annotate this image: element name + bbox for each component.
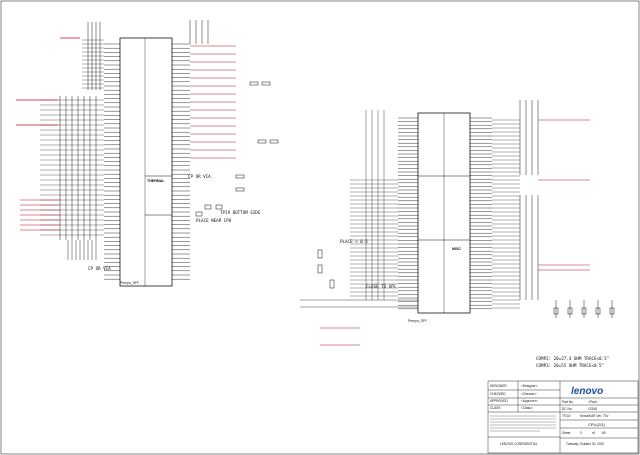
- tb-approved-label: APPROVED: [490, 399, 508, 403]
- tb-confidential: LENOVO CONFIDENTIAL: [500, 442, 538, 446]
- schematic-sheet: THERMAL Penryn_SFF MISC Penryn_SFF CP OR…: [0, 0, 640, 455]
- cpu-right-part-label: Penryn_SFF: [408, 319, 427, 323]
- resistor: [249, 81, 259, 86]
- tb-doc-value: 12345: [588, 407, 597, 411]
- tb-date: Tuesday, October 30, 2007: [566, 442, 604, 446]
- left-bus-wiring: [16, 96, 104, 260]
- lenovo-logo: lenovo: [571, 386, 603, 397]
- note-comp3: COMP3: 20=55 OHM TRACE<0.5": [536, 363, 604, 368]
- tb-sheet-total: 60: [602, 431, 606, 435]
- tb-title-value: Kenia/KAR Ver. 70V: [580, 414, 609, 418]
- resistor: [235, 174, 245, 179]
- note-cp-via-left: CP OR VIA: [88, 266, 111, 271]
- note-place-near-cpu: PLACE NEAR CPU: [196, 218, 232, 223]
- resistor: [269, 139, 279, 144]
- tb-checked-label: CHECKED: [490, 392, 506, 396]
- cpu-left-part-label: Penryn_SFF: [120, 281, 139, 285]
- tb-checked-value: <Checker>: [521, 392, 537, 396]
- tb-sheet-title: CPU(2/3): [588, 422, 605, 427]
- note-close-to-apl: CLOSE TO APL: [366, 284, 397, 289]
- tb-approved-value: <Approver>: [521, 399, 538, 403]
- resistor: [317, 249, 323, 259]
- misc-components: [195, 81, 615, 318]
- note-comp2: COMP2: 20=27.4 OHM TRACE<0.5": [536, 356, 609, 361]
- resistor: [261, 81, 271, 86]
- tb-sheet-num: 3: [580, 431, 582, 435]
- tb-class-label: CLASS: [490, 406, 500, 410]
- tb-part-value: <Part>: [588, 400, 598, 404]
- misc-block-label: MISC: [452, 247, 461, 251]
- resistor: [317, 264, 323, 274]
- tb-doc-label: DC No.: [562, 407, 573, 411]
- cpu-left-symbol: THERMAL Penryn_SFF: [119, 37, 173, 287]
- resistor: [257, 139, 267, 144]
- capacitor: [204, 204, 212, 210]
- tb-fine-print: [490, 415, 556, 432]
- thermal-block-label: THERMAL: [147, 179, 165, 183]
- tb-title-label: TITLE: [562, 414, 571, 418]
- tb-designer-value: <Designer>: [521, 384, 538, 388]
- resistor: [235, 187, 245, 192]
- tb-class-value: <Class>: [521, 406, 533, 410]
- capacitor: [215, 204, 223, 210]
- cpu-right-symbol: MISC Penryn_SFF: [408, 112, 471, 323]
- capacitor: [195, 211, 203, 217]
- note-cp-via-right: CP OR VIA: [188, 174, 211, 179]
- resistor: [329, 279, 335, 289]
- note-place-lt: PLACE < 0.5: [340, 239, 368, 244]
- tb-of-label: of: [592, 431, 595, 435]
- schematic-drawing: THERMAL Penryn_SFF MISC Penryn_SFF CP OR…: [0, 0, 640, 455]
- note-tp19-bottom: TP19 BOTTOM SIDE: [220, 210, 261, 215]
- tb-designer-label: DESIGNER: [490, 384, 507, 388]
- tb-part-label: Part No.: [562, 400, 574, 404]
- sheet-frame: [0, 0, 640, 455]
- tb-sheet-label: Sheet: [562, 431, 570, 435]
